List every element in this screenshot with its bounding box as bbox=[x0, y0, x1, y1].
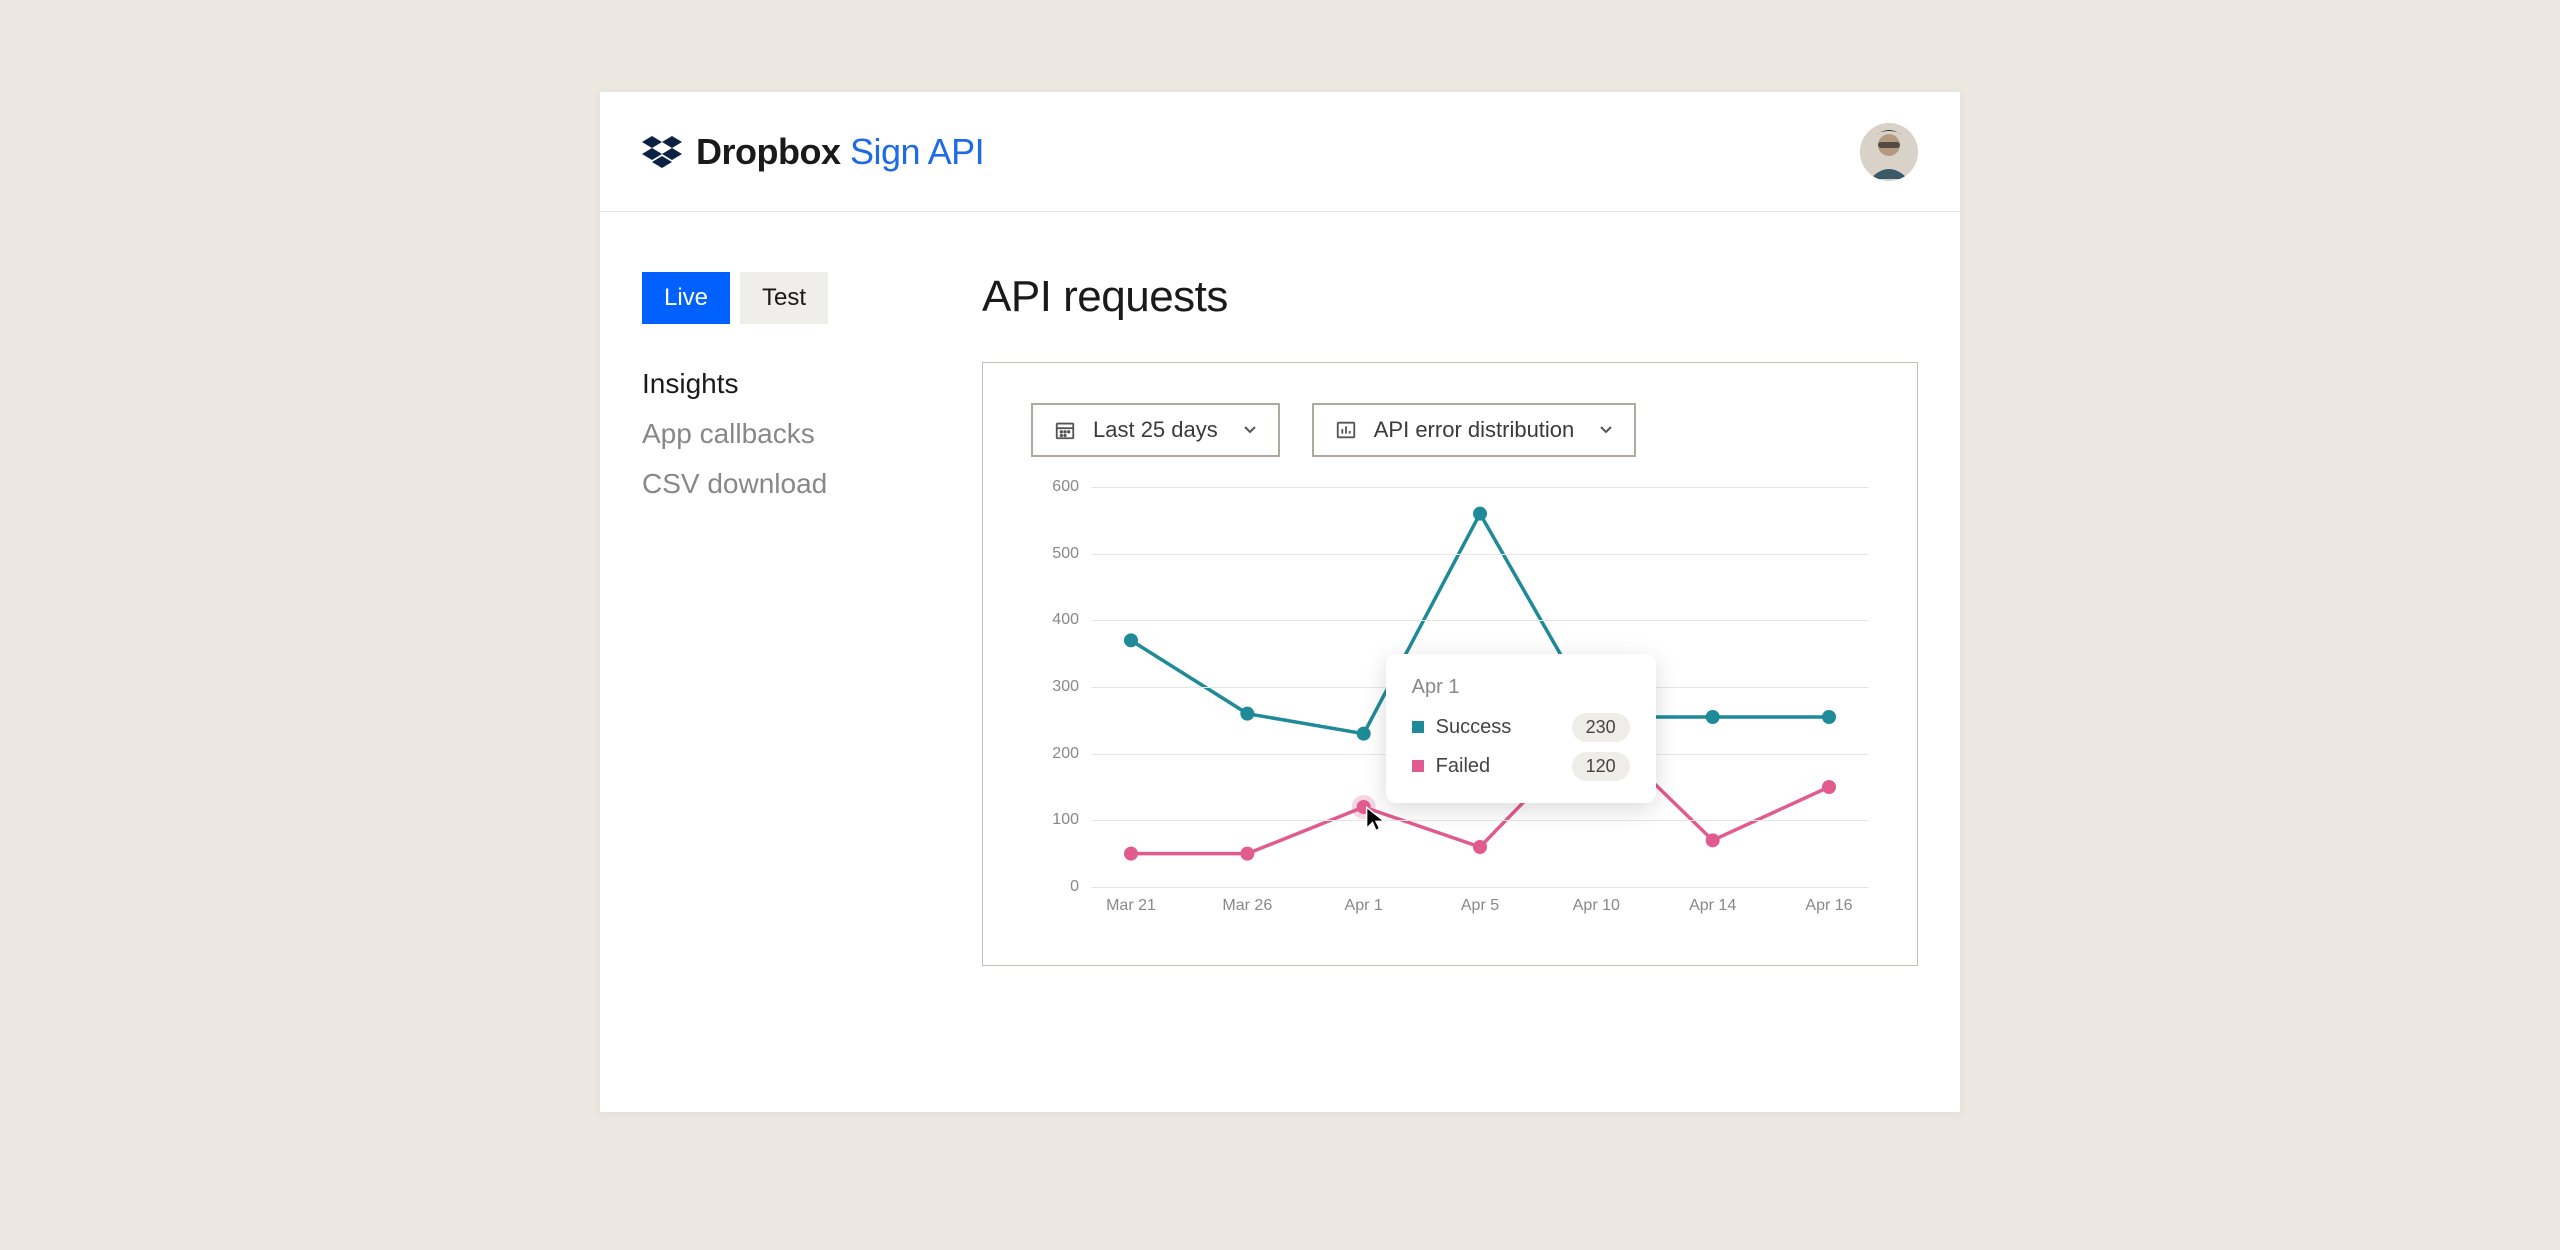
y-tick-label: 300 bbox=[1052, 678, 1079, 696]
calendar-icon bbox=[1053, 419, 1077, 441]
chevron-down-icon bbox=[1242, 417, 1258, 443]
date-range-label: Last 25 days bbox=[1093, 417, 1218, 443]
distribution-dropdown[interactable]: API error distribution bbox=[1312, 403, 1637, 457]
x-tick-label: Apr 5 bbox=[1461, 897, 1499, 915]
app-window: Dropbox Sign API Live Test Insights App … bbox=[600, 92, 1960, 1112]
tooltip-date: Apr 1 bbox=[1412, 676, 1630, 699]
gridline bbox=[1091, 887, 1869, 888]
chart-area: 0100200300400500600 Apr 1 Success 230 bbox=[1031, 487, 1869, 917]
x-tick-label: Mar 21 bbox=[1106, 897, 1156, 915]
date-range-dropdown[interactable]: Last 25 days bbox=[1031, 403, 1280, 457]
brand-text: Dropbox Sign API bbox=[696, 131, 984, 173]
y-tick-label: 200 bbox=[1052, 745, 1079, 763]
sidebar-item-app-callbacks[interactable]: App callbacks bbox=[642, 418, 912, 450]
tooltip-value-success: 230 bbox=[1572, 713, 1630, 742]
bar-chart-icon bbox=[1334, 419, 1358, 441]
chart-tooltip: Apr 1 Success 230 bbox=[1386, 654, 1656, 803]
plot-area[interactable]: Apr 1 Success 230 bbox=[1091, 487, 1869, 887]
body: Live Test Insights App callbacks CSV dow… bbox=[600, 212, 1960, 966]
x-tick-label: Apr 1 bbox=[1345, 897, 1383, 915]
tab-live[interactable]: Live bbox=[642, 272, 730, 324]
y-tick-label: 0 bbox=[1070, 878, 1079, 896]
cursor-pointer-icon bbox=[1362, 805, 1392, 835]
tooltip-row-success: Success 230 bbox=[1412, 713, 1630, 742]
mode-tabs: Live Test bbox=[642, 272, 912, 324]
x-tick-label: Apr 16 bbox=[1805, 897, 1852, 915]
gridline bbox=[1091, 487, 1869, 488]
y-axis: 0100200300400500600 bbox=[1031, 487, 1087, 887]
brand-part-2: Sign API bbox=[850, 131, 984, 172]
tab-test[interactable]: Test bbox=[740, 272, 828, 324]
y-tick-label: 600 bbox=[1052, 478, 1079, 496]
y-tick-label: 500 bbox=[1052, 545, 1079, 563]
x-tick-label: Mar 26 bbox=[1222, 897, 1272, 915]
swatch-success bbox=[1412, 721, 1424, 733]
gridline bbox=[1091, 820, 1869, 821]
page-title: API requests bbox=[982, 272, 1918, 322]
avatar[interactable] bbox=[1860, 123, 1918, 181]
x-axis: Mar 21 Mar 26 Apr 1 Apr 5 Apr 10 Apr 14 Apr 16 bbox=[1091, 897, 1869, 917]
x-tick-label: Apr 14 bbox=[1689, 897, 1736, 915]
sidebar-item-insights[interactable]: Insights bbox=[642, 368, 912, 400]
gridline bbox=[1091, 620, 1869, 621]
sidebar: Live Test Insights App callbacks CSV dow… bbox=[642, 272, 912, 966]
main: API requests bbox=[982, 272, 1918, 966]
chart-card: Last 25 days bbox=[982, 362, 1918, 966]
tooltip-label-success: Success bbox=[1436, 716, 1512, 739]
sidebar-nav: Insights App callbacks CSV download bbox=[642, 368, 912, 500]
swatch-failed bbox=[1412, 760, 1424, 772]
brand: Dropbox Sign API bbox=[642, 131, 984, 173]
brand-part-1: Dropbox bbox=[696, 131, 841, 172]
sidebar-item-csv-download[interactable]: CSV download bbox=[642, 468, 912, 500]
y-tick-label: 400 bbox=[1052, 611, 1079, 629]
header: Dropbox Sign API bbox=[600, 92, 1960, 212]
x-tick-label: Apr 10 bbox=[1573, 897, 1620, 915]
tooltip-value-failed: 120 bbox=[1572, 752, 1630, 781]
chevron-down-icon bbox=[1598, 417, 1614, 443]
dropbox-logo-icon bbox=[642, 132, 682, 172]
dropdown-row: Last 25 days bbox=[1031, 403, 1869, 457]
gridline bbox=[1091, 554, 1869, 555]
tooltip-label-failed: Failed bbox=[1436, 755, 1490, 778]
distribution-label: API error distribution bbox=[1374, 417, 1575, 443]
tooltip-row-failed: Failed 120 bbox=[1412, 752, 1630, 781]
y-tick-label: 100 bbox=[1052, 811, 1079, 829]
